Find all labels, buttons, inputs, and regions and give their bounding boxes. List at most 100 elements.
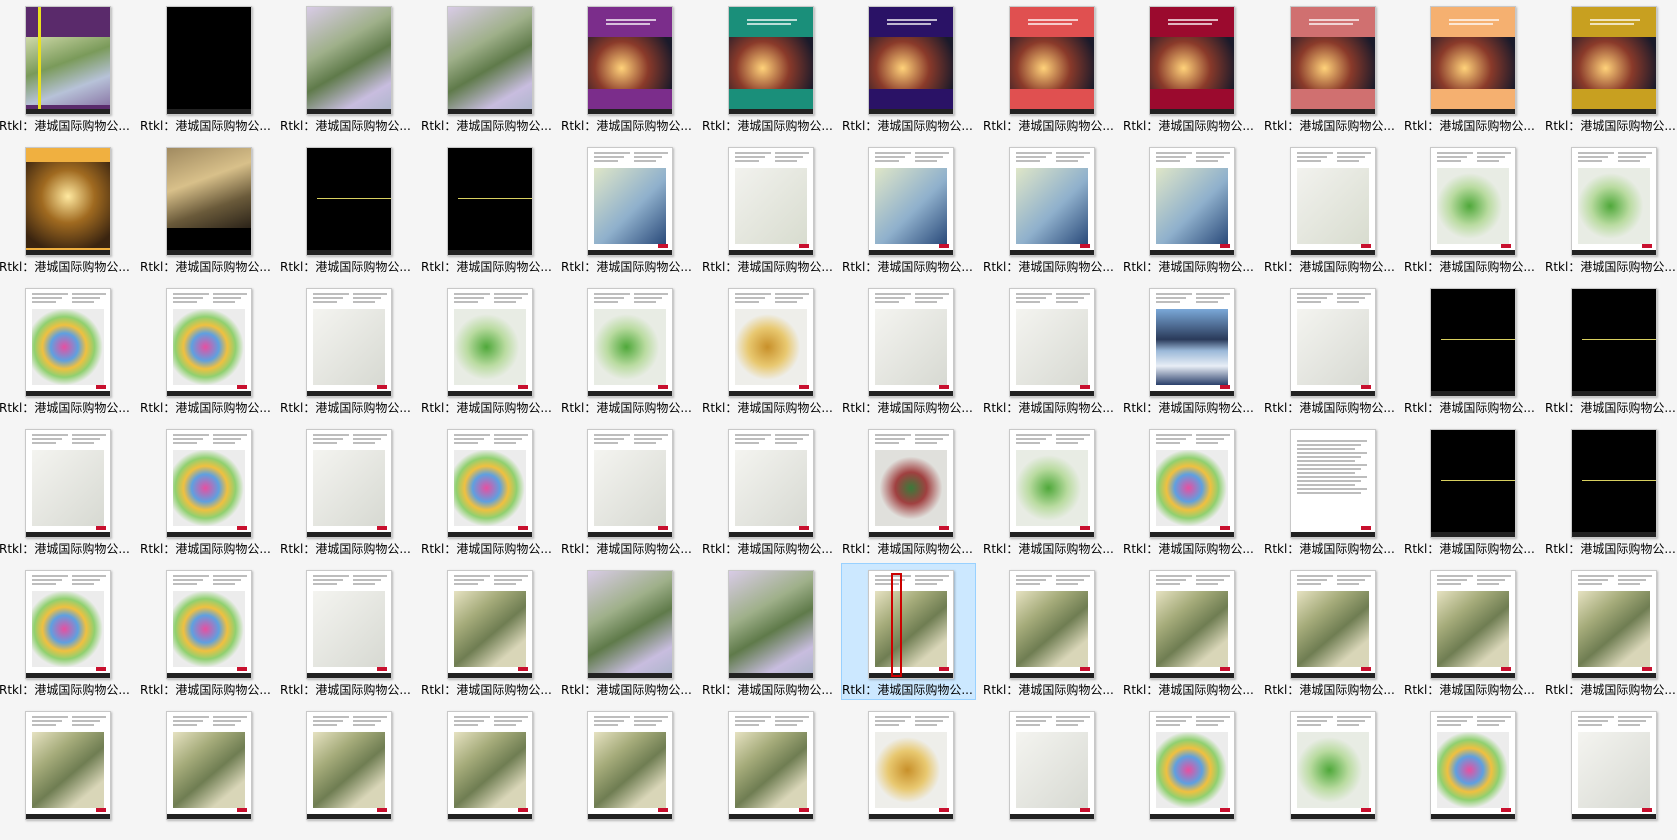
- file-item[interactable]: Rtkl：港城国际购物公...: [702, 564, 835, 699]
- file-item[interactable]: Rtkl：港城国际购物公...: [0, 141, 132, 276]
- file-item[interactable]: Rtkl：港城国际购物公...: [561, 564, 694, 699]
- file-item[interactable]: [561, 705, 694, 840]
- file-item[interactable]: Rtkl：港城国际购物公...: [421, 423, 554, 558]
- file-item[interactable]: [0, 705, 132, 840]
- file-item[interactable]: [1404, 705, 1537, 840]
- file-item[interactable]: Rtkl：港城国际购物公...: [841, 563, 976, 700]
- file-item[interactable]: Rtkl：港城国际购物公...: [702, 141, 835, 276]
- file-item[interactable]: [1264, 705, 1397, 840]
- text-line: [72, 579, 100, 581]
- text-line: [1477, 720, 1505, 722]
- file-item[interactable]: Rtkl：港城国际购物公...: [140, 564, 273, 699]
- file-item[interactable]: Rtkl：港城国际购物公...: [1404, 0, 1537, 135]
- file-name: [1123, 823, 1256, 839]
- file-item[interactable]: Rtkl：港城国际购物公...: [1264, 141, 1397, 276]
- file-item[interactable]: Rtkl：港城国际购物公...: [140, 0, 273, 135]
- file-item[interactable]: [1123, 705, 1256, 840]
- file-item[interactable]: Rtkl：港城国际购物公...: [421, 141, 554, 276]
- file-item[interactable]: Rtkl：港城国际购物公...: [1123, 282, 1256, 417]
- file-item[interactable]: Rtkl：港城国际购物公...: [983, 423, 1116, 558]
- file-item[interactable]: Rtkl：港城国际购物公...: [1264, 282, 1397, 417]
- file-item[interactable]: Rtkl：港城国际购物公...: [1123, 564, 1256, 699]
- file-item[interactable]: [421, 705, 554, 840]
- file-item[interactable]: Rtkl：港城国际购物公...: [0, 564, 132, 699]
- page-image: [173, 732, 245, 808]
- file-item[interactable]: Rtkl：港城国际购物公...: [842, 141, 975, 276]
- file-item[interactable]: Rtkl：港城国际购物公...: [983, 564, 1116, 699]
- file-item[interactable]: Rtkl：港城国际购物公...: [421, 564, 554, 699]
- text-line: [634, 720, 662, 722]
- file-item[interactable]: Rtkl：港城国际购物公...: [561, 423, 694, 558]
- file-item[interactable]: Rtkl：港城国际购物公...: [983, 141, 1116, 276]
- file-item[interactable]: [1545, 705, 1677, 840]
- file-name: Rtkl：港城国际购物公...: [280, 260, 411, 274]
- text-line: [1056, 160, 1078, 162]
- file-item[interactable]: Rtkl：港城国际购物公...: [280, 0, 413, 135]
- file-item[interactable]: Rtkl：港城国际购物公...: [1404, 141, 1537, 276]
- file-item[interactable]: Rtkl：港城国际购物公...: [1545, 423, 1677, 558]
- file-thumbnail: [1571, 570, 1657, 679]
- file-item[interactable]: [702, 705, 835, 840]
- file-item[interactable]: Rtkl：港城国际购物公...: [842, 0, 975, 135]
- file-item[interactable]: Rtkl：港城国际购物公...: [983, 0, 1116, 135]
- file-name: Rtkl：港城国际购物公...: [1123, 119, 1254, 133]
- file-item[interactable]: Rtkl：港城国际购物公...: [561, 0, 694, 135]
- file-item[interactable]: Rtkl：港城国际购物公...: [702, 423, 835, 558]
- file-item[interactable]: Rtkl：港城国际购物公...: [1123, 0, 1256, 135]
- file-item[interactable]: [983, 705, 1116, 840]
- file-item[interactable]: Rtkl：港城国际购物公...: [702, 282, 835, 417]
- file-item[interactable]: Rtkl：港城国际购物公...: [1123, 141, 1256, 276]
- file-item[interactable]: Rtkl：港城国际购物公...: [1545, 564, 1677, 699]
- file-item[interactable]: Rtkl：港城国际购物公...: [1545, 282, 1677, 417]
- logo-mark: [1501, 244, 1511, 248]
- file-item[interactable]: Rtkl：港城国际购物公...: [280, 141, 413, 276]
- file-item[interactable]: Rtkl：港城国际购物公...: [1264, 423, 1397, 558]
- text-line: [775, 152, 809, 154]
- text-line: [1156, 442, 1180, 444]
- file-name: Rtkl：港城国际购物公...: [1264, 683, 1395, 697]
- file-item[interactable]: Rtkl：港城国际购物公...: [1264, 0, 1397, 135]
- file-item[interactable]: Rtkl：港城国际购物公...: [1404, 423, 1537, 558]
- file-name: Rtkl：港城国际购物公...: [561, 401, 692, 415]
- file-item[interactable]: Rtkl：港城国际购物公...: [1545, 0, 1677, 135]
- file-item[interactable]: Rtkl：港城国际购物公...: [561, 282, 694, 417]
- file-item[interactable]: [842, 705, 975, 840]
- text-line: [1297, 448, 1355, 450]
- page-image: [594, 168, 666, 244]
- text-line: [735, 160, 759, 162]
- file-item[interactable]: Rtkl：港城国际购物公...: [1545, 141, 1677, 276]
- file-name: Rtkl：港城国际购物公...: [842, 683, 973, 697]
- file-item[interactable]: Rtkl：港城国际购物公...: [140, 282, 273, 417]
- file-item[interactable]: Rtkl：港城国际购物公...: [1404, 564, 1537, 699]
- file-item[interactable]: Rtkl：港城国际购物公...: [0, 0, 132, 135]
- file-item[interactable]: Rtkl：港城国际购物公...: [421, 0, 554, 135]
- file-item[interactable]: Rtkl：港城国际购物公...: [842, 282, 975, 417]
- text-line: [1337, 297, 1365, 299]
- file-item[interactable]: Rtkl：港城国际购物公...: [0, 282, 132, 417]
- file-item[interactable]: Rtkl：港城国际购物公...: [421, 282, 554, 417]
- file-item[interactable]: Rtkl：港城国际购物公...: [140, 141, 273, 276]
- file-item[interactable]: Rtkl：港城国际购物公...: [280, 282, 413, 417]
- file-item[interactable]: Rtkl：港城国际购物公...: [1264, 564, 1397, 699]
- text-line: [915, 152, 949, 154]
- file-item[interactable]: Rtkl：港城国际购物公...: [842, 423, 975, 558]
- file-item[interactable]: Rtkl：港城国际购物公...: [140, 423, 273, 558]
- text-line: [1297, 716, 1333, 718]
- file-item[interactable]: Rtkl：港城国际购物公...: [0, 423, 132, 558]
- file-name: [842, 823, 975, 839]
- text-line: [606, 19, 656, 21]
- file-item[interactable]: Rtkl：港城国际购物公...: [1404, 282, 1537, 417]
- file-item[interactable]: [140, 705, 273, 840]
- logo-mark: [377, 808, 387, 812]
- file-item[interactable]: Rtkl：港城国际购物公...: [561, 141, 694, 276]
- file-item[interactable]: Rtkl：港城国际购物公...: [1123, 423, 1256, 558]
- file-item[interactable]: [280, 705, 413, 840]
- file-item[interactable]: Rtkl：港城国际购物公...: [983, 282, 1116, 417]
- file-item[interactable]: Rtkl：港城国际购物公...: [702, 0, 835, 135]
- cover-photo: [588, 37, 672, 89]
- file-item[interactable]: Rtkl：港城国际购物公...: [280, 423, 413, 558]
- logo-mark: [96, 667, 106, 671]
- file-item[interactable]: Rtkl：港城国际购物公...: [280, 564, 413, 699]
- file-thumbnail: [1290, 6, 1376, 115]
- cover-photo: [1150, 37, 1234, 89]
